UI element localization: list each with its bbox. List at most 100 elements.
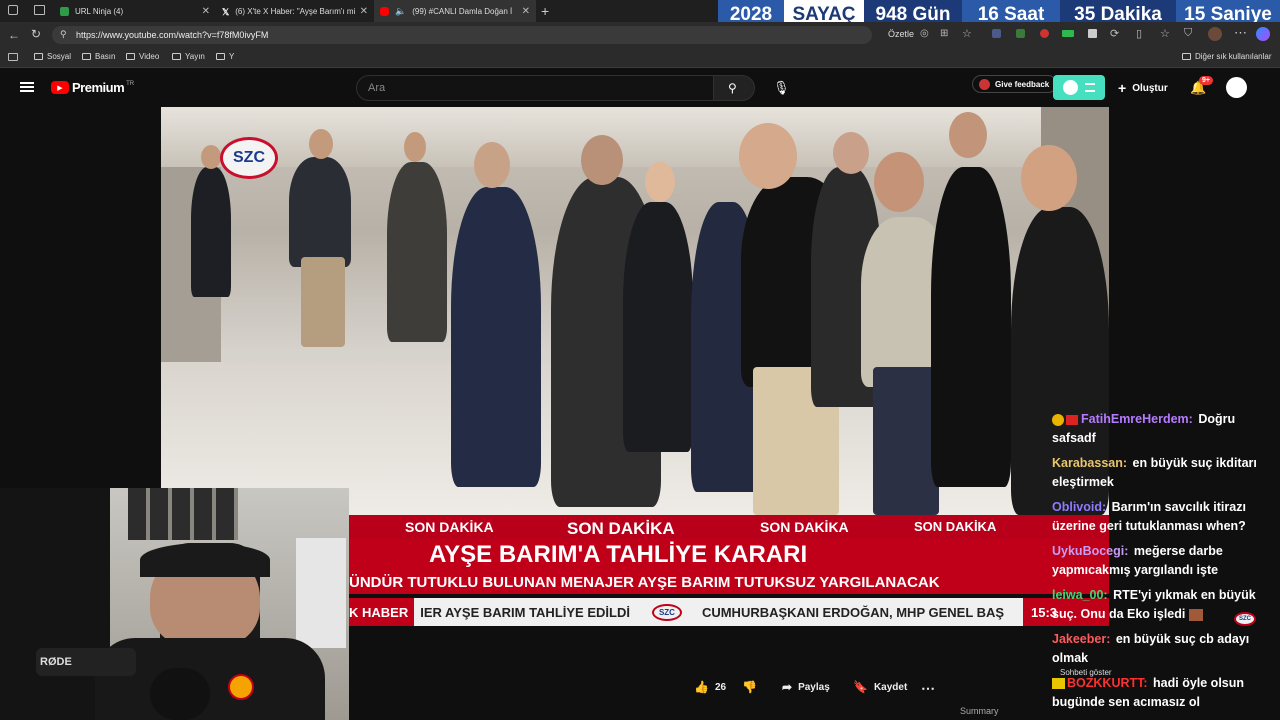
workspaces-icon[interactable] bbox=[8, 5, 18, 15]
summarize-button[interactable]: Özetle bbox=[888, 29, 914, 39]
galatasaray-badge bbox=[228, 674, 254, 700]
folder-icon bbox=[34, 53, 43, 60]
emote-icon bbox=[1189, 608, 1204, 621]
like-count: 26 bbox=[714, 681, 727, 693]
person-head bbox=[581, 135, 623, 185]
summary-label[interactable]: Summary bbox=[960, 706, 999, 716]
url-field[interactable]: ⚲ https://www.youtube.com/watch?v=f78fM0i… bbox=[52, 26, 872, 44]
split-screen-icon[interactable]: ▯ bbox=[1136, 27, 1142, 40]
bookmarks-menu-icon[interactable] bbox=[8, 53, 18, 61]
szc-channel-logo: SZC bbox=[220, 137, 278, 179]
create-button[interactable]: + Oluştur bbox=[1118, 80, 1168, 96]
folder-icon bbox=[126, 53, 135, 60]
person-figure bbox=[931, 167, 1011, 487]
like-button[interactable]: 👍 26 bbox=[694, 680, 726, 694]
bookmark-label: Video bbox=[139, 52, 160, 61]
site-info-icon[interactable]: ⚲ bbox=[60, 29, 67, 40]
show-chat-tooltip[interactable]: Sohbeti göster bbox=[1060, 663, 1112, 682]
extension-toggle[interactable] bbox=[1053, 75, 1105, 100]
create-label: Oluştur bbox=[1132, 82, 1168, 94]
profile-avatar[interactable] bbox=[1208, 27, 1222, 41]
chat-message: FatihEmreHerdem: Doğru safsadf bbox=[1052, 410, 1277, 448]
reload-icon[interactable]: ↻ bbox=[31, 27, 41, 41]
give-feedback-button[interactable]: Give feedback bbox=[972, 75, 1058, 93]
person-figure bbox=[289, 157, 351, 267]
x-logo-icon: 𝕏 bbox=[222, 6, 230, 17]
person-head bbox=[739, 123, 797, 189]
favorites-icon[interactable]: ☆ bbox=[1160, 27, 1170, 40]
share-icon: ➦ bbox=[782, 680, 793, 694]
browser-essentials-icon[interactable]: ⛉ bbox=[1184, 27, 1192, 40]
app-available-icon[interactable]: ⊞ bbox=[940, 28, 948, 39]
dislike-button[interactable]: 👎 bbox=[742, 680, 757, 694]
person-head bbox=[201, 145, 221, 169]
folder-icon bbox=[1182, 53, 1191, 60]
hamburger-menu-icon[interactable] bbox=[20, 82, 34, 92]
search-placeholder: Ara bbox=[368, 82, 386, 94]
account-avatar[interactable] bbox=[1226, 77, 1247, 98]
szc-chat-logo: SZC bbox=[1234, 612, 1256, 626]
bookmark-label: Basın bbox=[95, 52, 116, 61]
person-head bbox=[949, 112, 987, 158]
person-head bbox=[645, 162, 675, 202]
region-label: TR bbox=[126, 80, 135, 87]
url-ninja-icon bbox=[60, 6, 69, 16]
chat-username: FatihEmreHerdem: bbox=[1081, 412, 1193, 426]
streamer-webcam: RØDE bbox=[0, 488, 349, 720]
youtube-premium-logo[interactable]: ▶ Premium TR bbox=[51, 80, 134, 95]
extensions-puzzle-icon[interactable]: ⟳ bbox=[1110, 27, 1119, 40]
extension-icon[interactable] bbox=[1040, 29, 1049, 38]
webcam-photo-frames bbox=[128, 488, 238, 540]
person-figure bbox=[191, 167, 231, 297]
search-button[interactable]: ⚲ bbox=[713, 75, 755, 101]
bookmark-folder-y[interactable]: Y bbox=[216, 52, 234, 61]
microphone-arm: RØDE bbox=[36, 648, 136, 676]
youtube-play-icon: ▶ bbox=[51, 81, 69, 94]
speaker-icon[interactable]: 🔈 bbox=[395, 6, 406, 17]
new-tab-button[interactable]: + bbox=[541, 3, 549, 19]
folder-icon bbox=[216, 53, 225, 60]
tab-x-haber[interactable]: 𝕏 (6) X'te X Haber: "Ayşe Barım'ı mi ✕ bbox=[216, 0, 374, 22]
copilot-icon[interactable] bbox=[1256, 27, 1270, 41]
tab-actions-icon[interactable] bbox=[34, 5, 45, 15]
bookmark-folder-yayin[interactable]: Yayın bbox=[172, 52, 205, 61]
breaking-label: SON DAKİKA bbox=[914, 519, 997, 534]
person-figure bbox=[301, 257, 345, 347]
share-button[interactable]: ➦ Paylaş bbox=[782, 680, 830, 694]
feedback-icon bbox=[979, 78, 990, 90]
video-player[interactable] bbox=[161, 107, 1109, 515]
close-tab-icon[interactable]: ✕ bbox=[522, 6, 530, 17]
bookmark-label: Y bbox=[229, 52, 235, 61]
microphone-icon[interactable]: 🎙 bbox=[773, 80, 790, 96]
person-head bbox=[404, 132, 426, 162]
extension-icon[interactable] bbox=[992, 29, 1001, 38]
save-button[interactable]: 🔖 Kaydet bbox=[853, 680, 907, 694]
bookmark-folder-sosyal[interactable]: Sosyal bbox=[34, 52, 71, 61]
more-actions-icon[interactable]: ⋯ bbox=[921, 680, 935, 697]
share-label: Paylaş bbox=[798, 681, 830, 693]
thumbs-up-icon: 👍 bbox=[694, 680, 709, 694]
extension-icon[interactable] bbox=[1062, 30, 1074, 37]
tab-youtube-live[interactable]: 🔈 (99) #CANLI Damla Doğan İ ✕ bbox=[374, 0, 536, 22]
favorite-star-icon[interactable]: ☆ bbox=[962, 27, 972, 40]
feedback-label: Give feedback bbox=[995, 79, 1050, 89]
extension-icon[interactable] bbox=[1088, 29, 1097, 38]
ticker-label: K HABER bbox=[349, 598, 415, 626]
chat-username: Jakeeber: bbox=[1052, 632, 1111, 646]
search-icon: ⚲ bbox=[728, 81, 737, 95]
search-input[interactable]: Ara bbox=[356, 75, 714, 101]
extension-icon[interactable] bbox=[1016, 29, 1025, 38]
save-label: Kaydet bbox=[873, 681, 908, 693]
folder-icon bbox=[82, 53, 91, 60]
bookmark-folder-basin[interactable]: Basın bbox=[82, 52, 115, 61]
close-tab-icon[interactable]: ✕ bbox=[360, 6, 368, 17]
tab-url-ninja[interactable]: URL Ninja (4) ✕ bbox=[54, 0, 216, 22]
youtube-icon bbox=[380, 6, 389, 16]
person-figure bbox=[387, 162, 447, 342]
other-bookmarks[interactable]: Diğer sık kullanılanlar bbox=[1182, 52, 1271, 61]
back-icon[interactable]: ← bbox=[8, 28, 20, 42]
bookmark-folder-video[interactable]: Video bbox=[126, 52, 159, 61]
reader-icon[interactable]: ◎ bbox=[920, 28, 929, 39]
close-tab-icon[interactable]: ✕ bbox=[202, 6, 210, 17]
more-menu-icon[interactable]: ⋯ bbox=[1234, 25, 1247, 41]
